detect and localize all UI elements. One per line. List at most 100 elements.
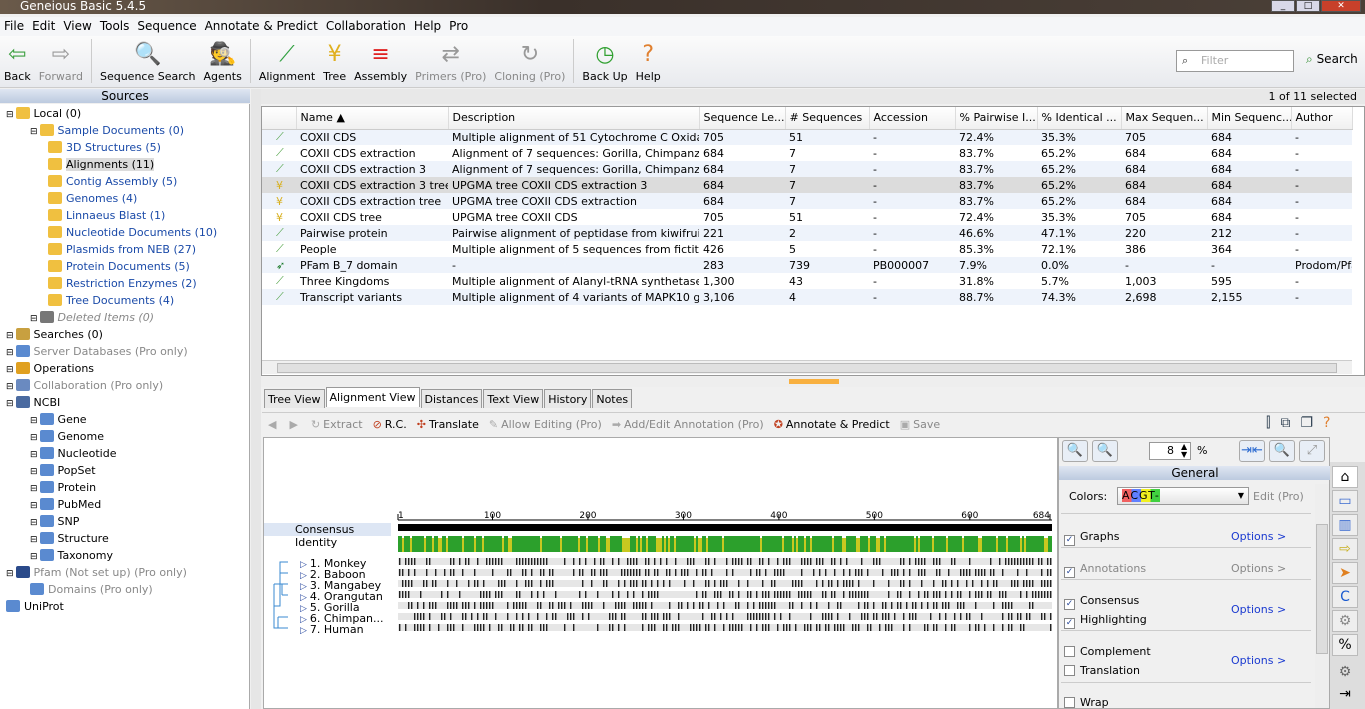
graphs-checkbox[interactable]: ✓ Graphs (1064, 530, 1119, 546)
alignment-canvas[interactable]: 1 100 200 300 400 500 600 684 (396, 438, 1056, 708)
back-button[interactable]: ◀ (268, 418, 279, 431)
tab-notes[interactable]: Notes (592, 389, 633, 408)
expand-toggle-icon[interactable]: ⊟ (30, 518, 38, 528)
menu-tools[interactable]: Tools (100, 17, 130, 36)
expand-toggle-icon[interactable]: ⊟ (6, 382, 14, 392)
source-item[interactable]: ⊟ Sample Documents (0) (30, 122, 184, 139)
column-header[interactable]: Author (1291, 107, 1353, 130)
table-row[interactable]: ⟋ Three Kingdoms Multiple alignment of Ala… (262, 273, 1352, 289)
column-header[interactable]: Max Sequen... (1121, 107, 1208, 130)
menu-edit[interactable]: Edit (32, 17, 55, 36)
sequence-search-button[interactable]: 🔍 Sequence Search (100, 40, 196, 83)
expand-toggle-icon[interactable]: ⊟ (6, 110, 14, 120)
source-item[interactable]: ⊟ Deleted Items (0) (30, 309, 154, 326)
extract-button[interactable]: ↻ Extract (311, 418, 363, 431)
complement-checkbox[interactable]: Complement (1064, 645, 1151, 658)
zoom-stepper[interactable]: ▲ ▼ (1181, 443, 1187, 459)
expand-toggle-icon[interactable]: ⊟ (30, 416, 38, 426)
column-header[interactable]: Description (448, 107, 700, 130)
minimize-button[interactable]: _ (1271, 0, 1295, 12)
annotations-tab-icon[interactable]: ⇨ (1332, 538, 1358, 560)
restore-icon[interactable]: ⧉ (1280, 415, 1290, 431)
horizontal-splitter[interactable] (261, 377, 1365, 387)
tree-button[interactable]: ¥ Tree (323, 40, 346, 83)
source-item[interactable]: 3D Structures (5) (48, 139, 161, 156)
source-item[interactable]: ⊟ PopSet (30, 462, 96, 479)
cloning-pro-button[interactable]: ↻ Cloning (Pro) (494, 40, 565, 83)
display-tab-icon[interactable]: ▭ (1332, 490, 1358, 512)
expand-toggle-icon[interactable]: ⊟ (6, 348, 14, 358)
menu-pro[interactable]: Pro (449, 17, 468, 36)
source-item[interactable]: ⊟ NCBI (6, 394, 60, 411)
vertical-splitter[interactable] (251, 89, 261, 709)
annotations-checkbox[interactable]: ✓ Annotations (1064, 562, 1146, 578)
highlighting-checkbox[interactable]: ✓ Highlighting (1064, 613, 1147, 629)
menu-file[interactable]: File (4, 17, 24, 36)
tab-history[interactable]: History (544, 389, 592, 408)
home-tab-icon[interactable]: ⌂ (1332, 466, 1358, 488)
column-header[interactable]: Accession (869, 107, 956, 130)
source-item[interactable]: ⊟ Protein (30, 479, 96, 496)
expand-toggle-icon[interactable]: ⊟ (30, 552, 38, 562)
split-view-icon[interactable]: ⫿ (1266, 415, 1270, 431)
help-button[interactable]: ? Help (636, 40, 661, 83)
annotate-predict-button[interactable]: ✪ Annotate & Predict (774, 418, 890, 431)
column-header[interactable]: Name ▲ (296, 107, 449, 130)
graphs-options-link[interactable]: Options > (1231, 530, 1286, 543)
expand-toggle-icon[interactable]: ⊟ (30, 501, 38, 511)
source-item[interactable]: Linnaeus Blast (1) (48, 207, 165, 224)
source-item[interactable]: ⊟ Nucleotide (30, 445, 116, 462)
panel-scrollbar[interactable] (1315, 484, 1329, 708)
expand-toggle-icon[interactable]: ⊟ (30, 535, 38, 545)
source-item[interactable]: ⊟ Operations (6, 360, 94, 377)
agents-button[interactable]: 🕵 Agents (204, 40, 242, 83)
source-item[interactable]: Alignments (11) (48, 156, 155, 173)
source-item[interactable]: ⊟ SNP (30, 513, 79, 530)
table-horizontal-scrollbar[interactable] (262, 360, 1352, 374)
back-up-button[interactable]: ◷ Back Up (582, 40, 627, 83)
source-item[interactable]: ⊟ Genome (30, 428, 104, 445)
table-row[interactable]: ➶ PFam B_7 domain -283 739 PB000007 7.9% 0.0% -… (262, 257, 1352, 273)
tab-alignment-view[interactable]: Alignment View (325, 387, 420, 407)
table-row[interactable]: ⟋ COXII CDS extraction Alignment of 7 sequ… (262, 145, 1352, 161)
source-item[interactable]: Plasmids from NEB (27) (48, 241, 196, 258)
column-header[interactable]: # Sequences (785, 107, 870, 130)
source-item[interactable]: Protein Documents (5) (48, 258, 190, 275)
expand-toggle-icon[interactable]: ⊟ (30, 127, 38, 137)
menu-annotate-predict[interactable]: Annotate & Predict (205, 17, 318, 36)
expand-toggle-icon[interactable]: ⊟ (6, 365, 14, 375)
translate-button[interactable]: ✣ Translate (417, 418, 479, 431)
r-c-button[interactable]: ⊘ R.C. (373, 418, 407, 431)
table-row[interactable]: ⟋ COXII CDS Multiple alignment of 51 Cytoc… (262, 129, 1352, 145)
filter-input[interactable]: ⌕ Filter (1176, 50, 1294, 72)
popout-icon[interactable]: ❐ (1300, 415, 1313, 431)
alignment-button[interactable]: ⟋ Alignment (259, 40, 315, 83)
expand-toggle-icon[interactable]: ⊟ (6, 569, 14, 579)
settings-tab-icon[interactable]: ⚙ (1332, 610, 1358, 632)
colors-dropdown[interactable]: ACGT- ▼ (1117, 487, 1249, 505)
close-button[interactable]: ✕ (1321, 0, 1361, 12)
maximize-button[interactable]: □ (1296, 0, 1320, 12)
back-button[interactable]: ⇦ Back (4, 40, 31, 83)
source-item[interactable]: ⊟ Local (0) (6, 105, 81, 122)
table-row[interactable]: ⟋ Transcript variants Multiple alignment o… (262, 289, 1352, 305)
column-header[interactable]: % Pairwise I... (955, 107, 1038, 130)
tab-tree-view[interactable]: Tree View (264, 389, 325, 408)
zoom-to-annotation-button[interactable]: 🔍 (1269, 440, 1295, 462)
expand-toggle-icon[interactable]: ⊟ (30, 484, 38, 494)
primers-pro-button[interactable]: ⇄ Primers (Pro) (415, 40, 486, 83)
forward-button[interactable]: ⇨ Forward (39, 40, 83, 83)
source-item[interactable]: ⊟ Structure (30, 530, 109, 547)
consensus-checkbox[interactable]: ✓ Consensus (1064, 594, 1139, 610)
expand-toggle-icon[interactable]: ⊟ (30, 450, 38, 460)
sequence-name[interactable]: ▷ 7. Human (300, 624, 364, 637)
table-row[interactable]: ⟋ People Multiple alignment of 5 sequences… (262, 241, 1352, 257)
source-item[interactable]: Restriction Enzymes (2) (48, 275, 197, 292)
save-button[interactable]: ▣ Save (900, 418, 940, 431)
tab-distances[interactable]: Distances (420, 389, 483, 408)
expand-toggle-icon[interactable]: ⊟ (30, 467, 38, 477)
table-row[interactable]: ¥ COXII CDS extraction tree UPGMA tree COX… (262, 193, 1352, 209)
source-item[interactable]: ⊟ Server Databases (Pro only) (6, 343, 188, 360)
complement-options-link[interactable]: Options > (1231, 654, 1286, 667)
assembly-button[interactable]: ≡ Assembly (354, 40, 407, 83)
